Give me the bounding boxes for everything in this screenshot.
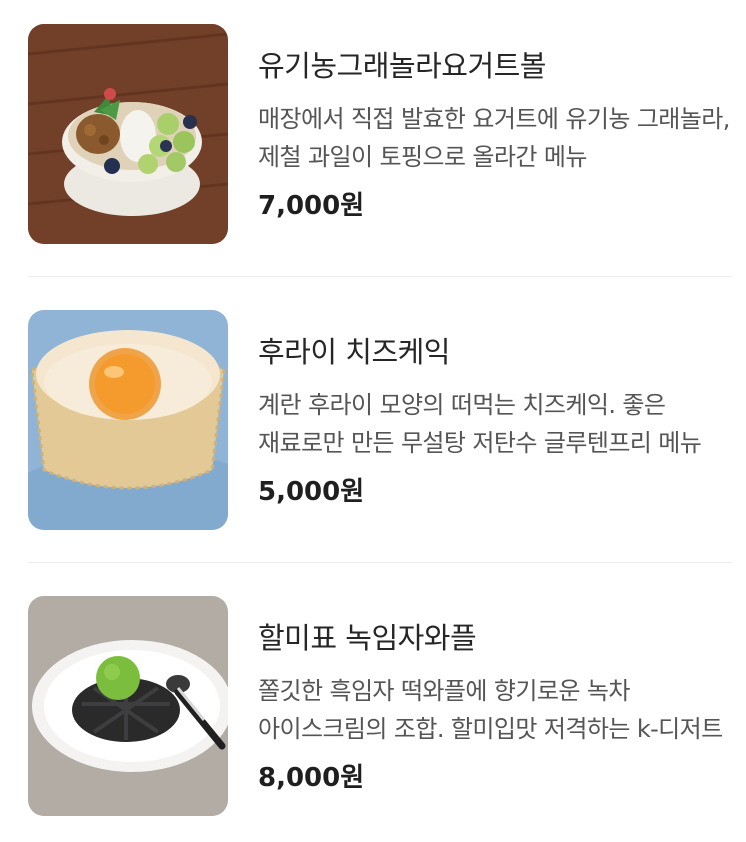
menu-item-price: 5,000원 bbox=[258, 477, 365, 507]
menu-item-yogurt-bowl[interactable]: 유기농그래놀라요거트볼 매장에서 직접 발효한 요거트에 유기농 그래놀라, 제… bbox=[28, 24, 732, 244]
menu-item-price: 8,000원 bbox=[258, 763, 365, 793]
menu-item-description: 쫄깃한 흑임자 떡와플에 향기로운 녹차 아이스크림의 조합. 할미입맛 저격하… bbox=[258, 677, 723, 743]
menu-item-name: 후라이 치즈케익 bbox=[258, 335, 450, 369]
menu-item-description: 계란 후라이 모양의 떠먹는 치즈케익. 좋은 재료로만 만든 무설탕 저탄수 … bbox=[258, 391, 702, 457]
yogurt-bowl-image bbox=[28, 24, 228, 244]
menu-item-cheesecake[interactable]: 후라이 치즈케익 계란 후라이 모양의 떠먹는 치즈케익. 좋은 재료로만 만든… bbox=[28, 310, 732, 530]
menu-item-name: 유기농그래놀라요거트볼 bbox=[258, 49, 546, 83]
cheesecake-image bbox=[28, 310, 228, 530]
menu-item-price: 7,000원 bbox=[258, 191, 365, 221]
waffle-image bbox=[28, 596, 228, 816]
menu-item-waffle[interactable]: 할미표 녹임자와플 쫄깃한 흑임자 떡와플에 향기로운 녹차 아이스크림의 조합… bbox=[28, 596, 732, 816]
menu-item-description: 매장에서 직접 발효한 요거트에 유기농 그래놀라, 제철 과일이 토핑으로 올… bbox=[258, 105, 730, 171]
divider bbox=[28, 562, 732, 563]
divider bbox=[28, 276, 732, 277]
menu-item-name: 할미표 녹임자와플 bbox=[258, 621, 477, 655]
